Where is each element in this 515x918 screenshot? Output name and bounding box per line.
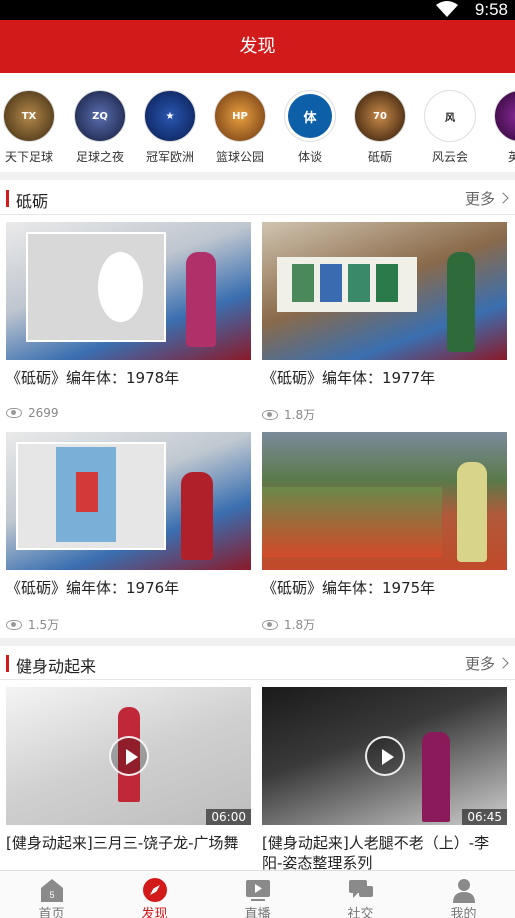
video-title: [健身动起来]三月三-饶子龙-广场舞 bbox=[6, 834, 239, 852]
video-card[interactable]: 《砥砺》编年体：1975年 1.8万 bbox=[262, 432, 507, 632]
channel-item[interactable]: ★ 冠军欧洲 bbox=[135, 90, 205, 170]
channel-item[interactable]: ZQ 足球之夜 bbox=[65, 90, 135, 170]
divider bbox=[0, 214, 515, 215]
tab-discover[interactable]: 发现 bbox=[103, 871, 206, 918]
channel-label: 体谈 bbox=[297, 150, 322, 164]
app-header: 发现 bbox=[0, 20, 515, 73]
chat-icon bbox=[347, 876, 375, 904]
section-header: 健身动起来 更多 bbox=[0, 645, 515, 681]
channel-label: 篮球公园 bbox=[215, 150, 264, 164]
tab-label: 首页 bbox=[38, 907, 65, 918]
channel-logo-icon: E bbox=[494, 90, 515, 142]
section-accent bbox=[6, 655, 9, 672]
view-count-value: 1.8万 bbox=[284, 618, 316, 632]
channel-logo-icon: 70 bbox=[354, 90, 406, 142]
channel-logo-icon: 风 bbox=[424, 90, 476, 142]
more-link[interactable]: 更多 bbox=[464, 653, 509, 674]
channel-label: 英超 bbox=[507, 150, 515, 164]
section-accent bbox=[6, 190, 9, 207]
channel-item[interactable]: TX 天下足球 bbox=[0, 90, 64, 170]
view-count: 1.8万 bbox=[262, 406, 315, 423]
view-count-value: 1.8万 bbox=[284, 408, 316, 422]
eye-icon bbox=[262, 409, 278, 420]
tab-mine[interactable]: 我的 bbox=[412, 871, 515, 918]
bottom-tab-bar: 5 首页 发现 直播 社交 我的 bbox=[0, 870, 515, 918]
video-thumbnail: 06:00 bbox=[6, 687, 251, 825]
video-card[interactable]: 06:45 [健身动起来]人老腿不老（上）-李阳-姿态整理系列 bbox=[262, 687, 507, 873]
video-title: 《砥砺》编年体：1978年 bbox=[6, 369, 180, 387]
channel-logo-icon: ★ bbox=[144, 90, 196, 142]
channel-logo-icon: HP bbox=[214, 90, 266, 142]
video-card[interactable]: 06:00 [健身动起来]三月三-饶子龙-广场舞 bbox=[6, 687, 251, 853]
tv-play-icon bbox=[244, 876, 272, 904]
tab-label: 社交 bbox=[347, 907, 374, 918]
tab-label: 发现 bbox=[141, 907, 168, 918]
tab-label: 直播 bbox=[244, 907, 271, 918]
channel-item[interactable]: E 英超 bbox=[485, 90, 515, 170]
divider bbox=[0, 172, 515, 180]
chevron-right-icon bbox=[497, 192, 509, 204]
more-link[interactable]: 更多 bbox=[464, 188, 509, 209]
channel-label: 砥砺 bbox=[367, 150, 392, 164]
view-count: 1.8万 bbox=[262, 616, 315, 633]
eye-icon bbox=[262, 619, 278, 630]
video-duration: 06:45 bbox=[462, 809, 507, 825]
channel-label: 天下足球 bbox=[4, 150, 53, 164]
tab-social[interactable]: 社交 bbox=[309, 871, 412, 918]
video-thumbnail bbox=[6, 222, 251, 360]
section-title: 健身动起来 bbox=[16, 657, 97, 676]
home-badge: 5 bbox=[49, 890, 54, 900]
more-label: 更多 bbox=[464, 655, 495, 673]
channel-strip: TX 天下足球 ZQ 足球之夜 ★ 冠军欧洲 HP 篮球公园 体 体谈 70 砥… bbox=[0, 73, 515, 172]
view-count-value: 1.5万 bbox=[28, 618, 60, 632]
play-icon bbox=[108, 736, 149, 776]
tab-live[interactable]: 直播 bbox=[206, 871, 309, 918]
video-card[interactable]: 《砥砺》编年体：1976年 1.5万 bbox=[6, 432, 251, 632]
video-thumbnail bbox=[262, 432, 507, 570]
more-label: 更多 bbox=[464, 190, 495, 208]
video-card[interactable]: 《砥砺》编年体：1978年 2699 bbox=[6, 222, 251, 420]
section-title: 砥砺 bbox=[16, 192, 49, 211]
view-count-value: 2699 bbox=[28, 406, 59, 420]
video-title: 《砥砺》编年体：1975年 bbox=[262, 579, 436, 597]
view-count: 1.5万 bbox=[6, 616, 59, 633]
video-title: [健身动起来]人老腿不老（上）-李阳-姿态整理系列 bbox=[262, 834, 490, 872]
channel-item[interactable]: 体 体谈 bbox=[275, 90, 345, 170]
wifi-icon bbox=[436, 1, 458, 17]
video-thumbnail bbox=[6, 432, 251, 570]
video-title: 《砥砺》编年体：1977年 bbox=[262, 369, 436, 387]
tab-home[interactable]: 5 首页 bbox=[0, 871, 103, 918]
view-count: 2699 bbox=[6, 406, 59, 420]
person-icon bbox=[450, 876, 478, 904]
video-title: 《砥砺》编年体：1976年 bbox=[6, 579, 180, 597]
divider bbox=[0, 679, 515, 680]
status-bar: 9:58 bbox=[0, 0, 515, 20]
play-icon bbox=[364, 736, 405, 776]
channel-label: 足球之夜 bbox=[75, 150, 124, 164]
channel-logo-icon: ZQ bbox=[74, 90, 126, 142]
eye-icon bbox=[6, 619, 22, 630]
channel-logo-icon: 体 bbox=[284, 90, 336, 142]
channel-item[interactable]: 风 风云会 bbox=[415, 90, 485, 170]
channel-logo-icon: TX bbox=[3, 90, 55, 142]
home-icon: 5 bbox=[38, 876, 66, 904]
channel-label: 风云会 bbox=[431, 150, 468, 164]
channel-item[interactable]: 70 砥砺 bbox=[345, 90, 415, 170]
eye-icon bbox=[6, 408, 22, 418]
video-duration: 06:00 bbox=[206, 809, 251, 825]
compass-icon bbox=[141, 876, 169, 904]
video-thumbnail bbox=[262, 222, 507, 360]
video-card[interactable]: 《砥砺》编年体：1977年 1.8万 bbox=[262, 222, 507, 422]
section-header: 砥砺 更多 bbox=[0, 180, 515, 216]
status-time: 9:58 bbox=[474, 0, 508, 19]
channel-label: 冠军欧洲 bbox=[145, 150, 194, 164]
tab-label: 我的 bbox=[450, 907, 477, 918]
channel-item[interactable]: HP 篮球公园 bbox=[205, 90, 275, 170]
video-thumbnail: 06:45 bbox=[262, 687, 507, 825]
page-title: 发现 bbox=[239, 36, 276, 57]
chevron-right-icon bbox=[497, 657, 509, 669]
